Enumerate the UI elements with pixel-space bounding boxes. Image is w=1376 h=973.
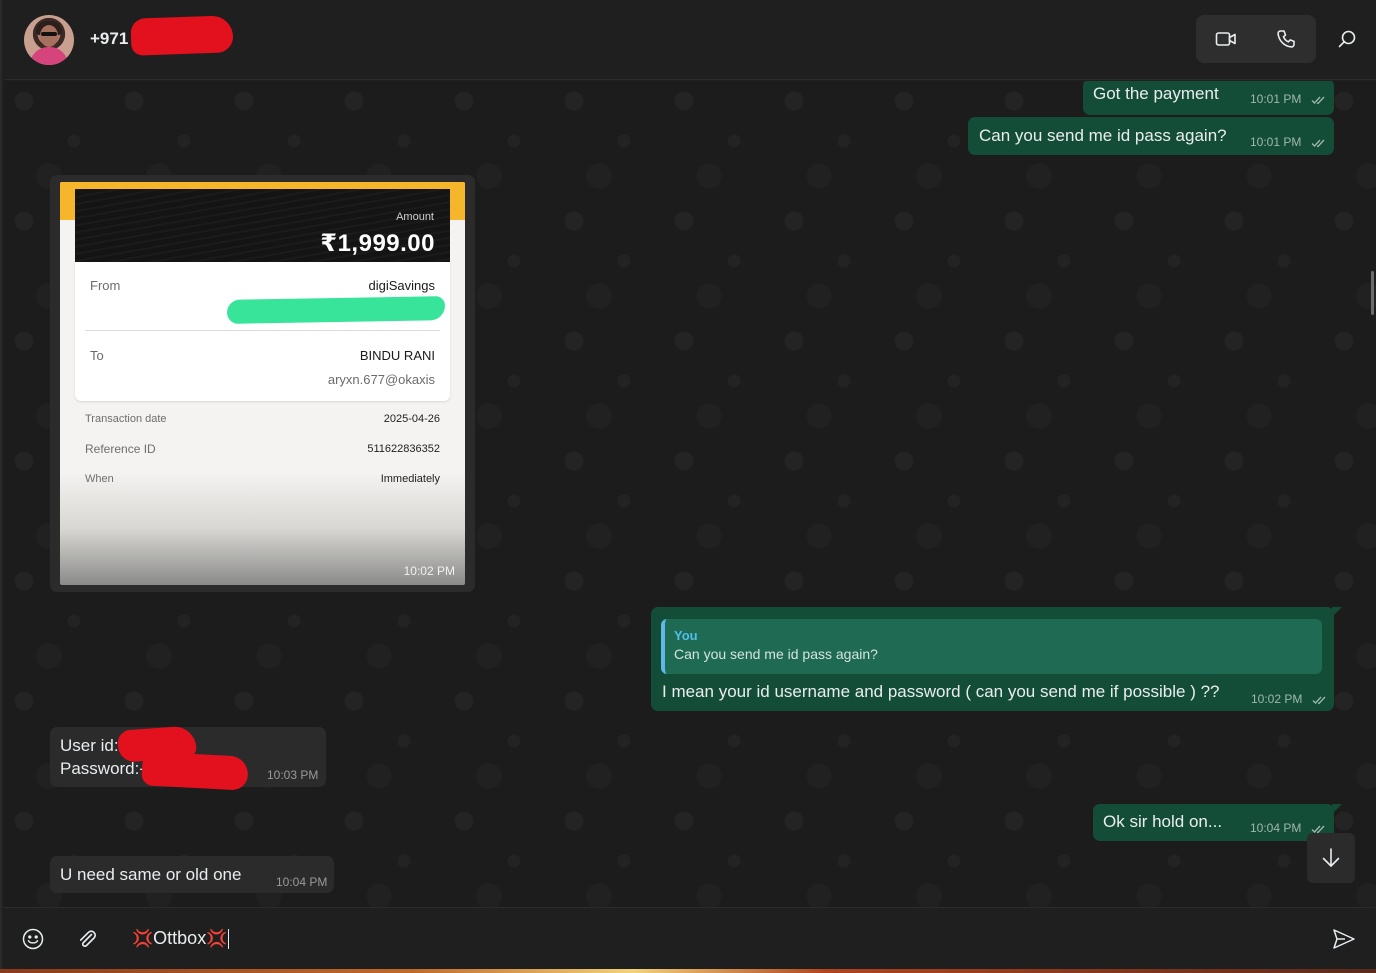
contact-name[interactable]: +971 <box>90 29 128 49</box>
outgoing-reply-message[interactable]: You Can you send me id pass again? I mea… <box>651 607 1342 711</box>
draft-text: Ottbox <box>153 928 207 948</box>
outgoing-message[interactable]: Ok sir hold on... 10:04 PM <box>1093 804 1342 841</box>
message-text: User id:- <box>60 736 125 755</box>
message-text: U need same or old one <box>60 865 242 884</box>
send-button[interactable] <box>1329 924 1359 954</box>
voice-call-button[interactable] <box>1256 15 1316 63</box>
bubble-tail <box>1332 607 1342 617</box>
detail-label: Reference ID <box>85 442 156 456</box>
search-button[interactable] <box>1330 22 1364 56</box>
detail-value: 511622836352 <box>367 443 440 455</box>
from-value: digiSavings <box>368 278 436 293</box>
chat-window: +971 Got the payment 10:01 PM Can you se… <box>0 0 1376 973</box>
anger-emoji-icon: 💢 <box>132 928 154 948</box>
search-icon <box>1338 30 1356 48</box>
detail-value: Immediately <box>380 473 440 485</box>
bubble-tail <box>1332 804 1342 814</box>
outgoing-message[interactable]: Got the payment 10:01 PM <box>1083 81 1334 115</box>
message-time: 10:04 PM <box>276 875 328 889</box>
message-time: 10:01 PM <box>1250 92 1327 106</box>
message-text: Got the payment <box>1093 84 1219 103</box>
quoted-author: You <box>674 628 698 643</box>
to-upi-id: aryxn.677@okaxis <box>327 372 435 387</box>
call-button-group <box>1196 15 1316 63</box>
scrollbar-thumb[interactable] <box>1371 271 1374 315</box>
redaction-mark <box>141 751 249 791</box>
redaction-mark <box>130 15 234 56</box>
amount-label: Amount <box>396 211 434 223</box>
chat-header: +971 <box>4 0 1376 80</box>
party-details-card: From digiSavings To BINDU RANI aryxn.677… <box>75 262 450 401</box>
read-receipt-icon <box>1311 96 1325 105</box>
message-text: Password:- <box>60 759 146 778</box>
send-icon <box>1333 929 1355 949</box>
message-text: Can you send me id pass again? <box>979 126 1227 145</box>
detail-label: Transaction date <box>85 413 167 425</box>
detail-label: When <box>85 473 114 485</box>
emoji-button[interactable] <box>18 924 48 954</box>
message-composer: 💢 Ottbox 💢 <box>4 907 1376 969</box>
video-camera-icon <box>1215 32 1236 46</box>
read-receipt-icon <box>1311 139 1325 148</box>
payment-receipt-image[interactable]: Amount ₹1,999.00 From digiSavings To BIN… <box>60 182 465 585</box>
outgoing-message[interactable]: Can you send me id pass again? 10:01 PM <box>968 117 1334 155</box>
detail-value: 2025-04-26 <box>383 413 440 425</box>
quoted-text: Can you send me id pass again? <box>674 646 878 662</box>
arrow-down-icon <box>1322 848 1340 867</box>
message-time: 10:02 PM <box>1251 692 1328 706</box>
contact-avatar[interactable] <box>24 15 74 65</box>
phone-icon <box>1277 30 1295 48</box>
amount-panel: Amount ₹1,999.00 <box>75 189 450 262</box>
paperclip-icon <box>79 930 96 948</box>
divider <box>85 330 440 331</box>
from-label: From <box>90 278 121 293</box>
amount-value: ₹1,999.00 <box>320 230 435 257</box>
message-list[interactable]: Got the payment 10:01 PM Can you send me… <box>4 81 1376 907</box>
to-label: To <box>90 348 104 363</box>
redaction-mark <box>226 296 446 324</box>
attach-button[interactable] <box>72 924 102 954</box>
text-caret <box>228 928 230 949</box>
message-text: I mean your id username and password ( c… <box>662 682 1220 701</box>
quoted-message[interactable]: You Can you send me id pass again? <box>661 619 1322 674</box>
scroll-to-bottom-button[interactable] <box>1307 833 1355 883</box>
incoming-message[interactable]: U need same or old one 10:04 PM <box>50 856 334 893</box>
taskbar-edge <box>0 969 1376 973</box>
read-receipt-icon <box>1312 696 1326 705</box>
message-time: 10:01 PM <box>1250 135 1327 149</box>
incoming-image-message[interactable]: Amount ₹1,999.00 From digiSavings To BIN… <box>50 175 475 592</box>
smiley-icon <box>22 928 44 950</box>
message-time: 10:02 PM <box>403 564 455 578</box>
anger-emoji-icon: 💢 <box>206 928 228 948</box>
video-call-button[interactable] <box>1196 15 1256 63</box>
to-name: BINDU RANI <box>359 348 435 363</box>
message-time: 10:03 PM <box>267 768 319 782</box>
message-input[interactable]: 💢 Ottbox 💢 <box>132 928 230 949</box>
message-text: Ok sir hold on... <box>1103 812 1223 831</box>
